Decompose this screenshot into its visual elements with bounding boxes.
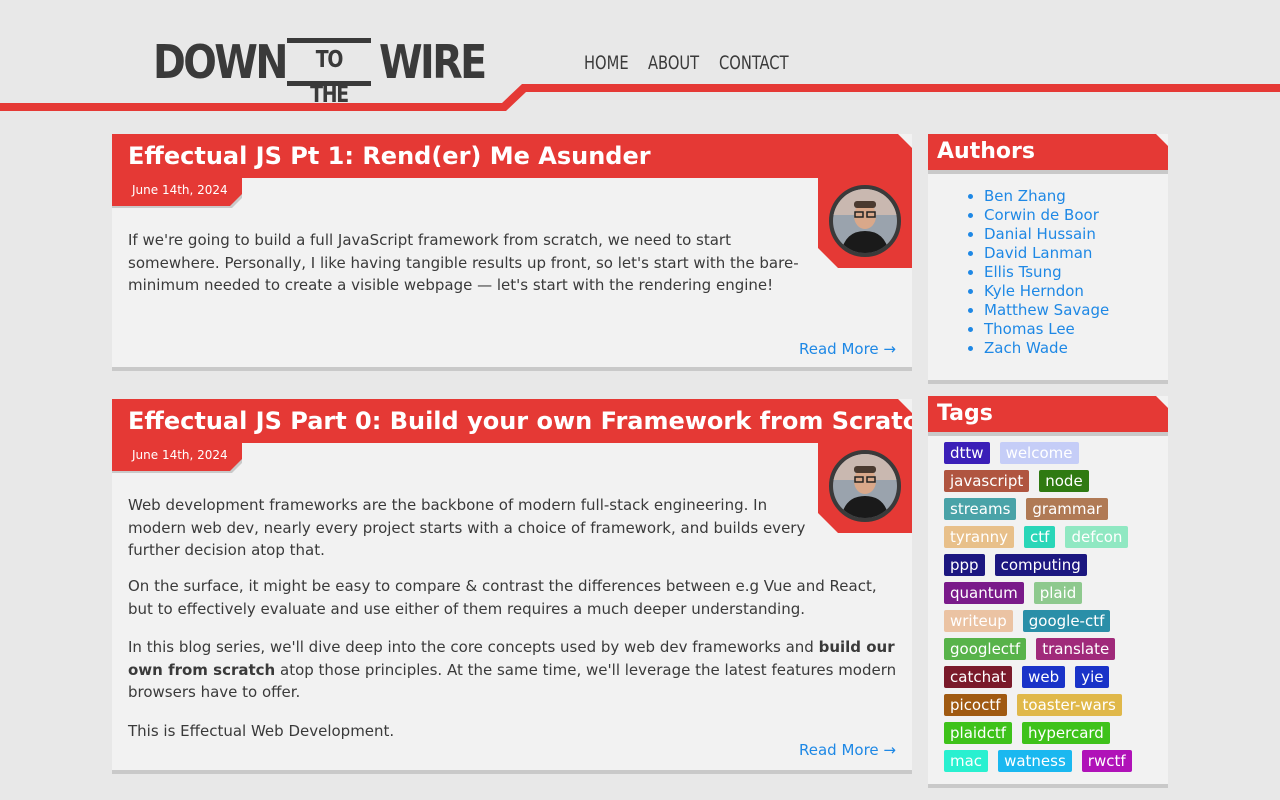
author-link[interactable]: Kyle Herndon [984, 282, 1084, 300]
main-nav: HOME ABOUT CONTACT [584, 52, 790, 74]
author-link[interactable]: Zach Wade [984, 339, 1068, 357]
post-paragraph: On the surface, it might be easy to comp… [128, 577, 877, 618]
nav-home[interactable]: HOME [584, 52, 629, 74]
tag-plaid[interactable]: plaid [1033, 582, 1083, 604]
post-excerpt-wide: On the surface, it might be easy to comp… [128, 575, 900, 758]
title-shadow [928, 432, 1168, 436]
avatar-image [833, 454, 897, 518]
logo-wire: WIRE [379, 35, 487, 89]
post-paragraph: This is Effectual Web Development. [128, 721, 395, 740]
tag-catchat[interactable]: catchat [944, 666, 1013, 688]
author-item: Corwin de Boor [984, 206, 1109, 225]
tag-tyranny[interactable]: tyranny [944, 526, 1015, 548]
tag-node[interactable]: node [1039, 470, 1089, 492]
title-shadow [928, 170, 1168, 174]
tag-row: picoctf toaster-wars [944, 694, 1159, 722]
post-excerpt: Web development frameworks are the backb… [128, 494, 818, 578]
author-item: Ellis Tsung [984, 263, 1109, 282]
tag-row: dttw welcome [944, 442, 1159, 470]
post-paragraph: In this blog series, we'll dive deep int… [128, 636, 900, 704]
author-item: Danial Hussain [984, 225, 1109, 244]
tag-web[interactable]: web [1022, 666, 1066, 688]
author-link[interactable]: Ellis Tsung [984, 263, 1062, 281]
post-card: Effectual JS Part 0: Build your own Fram… [112, 399, 912, 774]
tag-googlectf[interactable]: googlectf [944, 638, 1027, 660]
tag-toaster-wars[interactable]: toaster-wars [1016, 694, 1122, 716]
author-avatar[interactable] [829, 450, 901, 522]
authors-title: Authors [928, 134, 1168, 170]
author-item: David Lanman [984, 244, 1109, 263]
author-link[interactable]: Matthew Savage [984, 301, 1109, 319]
tags-panel: Tags dttw welcome javascript node streams gra… [928, 396, 1168, 788]
post-paragraph: Web development frameworks are the backb… [128, 496, 806, 559]
author-link[interactable]: Corwin de Boor [984, 206, 1099, 224]
tag-google-ctf[interactable]: google-ctf [1022, 610, 1111, 632]
nav-contact[interactable]: CONTACT [719, 52, 789, 74]
paragraph-text: In this blog series, we'll dive deep int… [128, 638, 819, 656]
tag-row: tyranny ctf defcon [944, 526, 1159, 554]
tag-rwctf[interactable]: rwctf [1081, 750, 1132, 772]
tag-row: mac watness rwctf [944, 750, 1159, 778]
tag-writeup[interactable]: writeup [944, 610, 1013, 632]
author-link[interactable]: Ben Zhang [984, 187, 1066, 205]
post-date: June 14th, 2024 [112, 441, 242, 471]
author-link[interactable]: David Lanman [984, 244, 1092, 262]
post-paragraph: If we're going to build a full JavaScrip… [128, 231, 799, 294]
post-excerpt: If we're going to build a full JavaScrip… [128, 229, 818, 313]
tags-cloud: dttw welcome javascript node streams grammar t… [944, 442, 1159, 778]
tag-row: googlectf translate [944, 638, 1159, 666]
post-title[interactable]: Effectual JS Part 0: Build your own Fram… [112, 399, 912, 443]
tag-javascript[interactable]: javascript [944, 470, 1030, 492]
author-link[interactable]: Danial Hussain [984, 225, 1096, 243]
tag-welcome[interactable]: welcome [999, 442, 1079, 464]
tag-row: catchat web yie [944, 666, 1159, 694]
tag-ctf[interactable]: ctf [1024, 526, 1056, 548]
tag-row: writeup google-ctf [944, 610, 1159, 638]
avatar-image [833, 189, 897, 253]
read-more-link[interactable]: Read More → [799, 340, 896, 358]
tag-hypercard[interactable]: hypercard [1021, 722, 1110, 744]
author-avatar[interactable] [829, 185, 901, 257]
authors-list: Ben ZhangCorwin de BoorDanial HussainDav… [984, 187, 1109, 358]
tag-row: plaidctf hypercard [944, 722, 1159, 750]
tag-mac[interactable]: mac [944, 750, 989, 772]
logo-down: DOWN [153, 35, 288, 89]
tag-quantum[interactable]: quantum [944, 582, 1024, 604]
post-title[interactable]: Effectual JS Pt 1: Rend(er) Me Asunder [112, 134, 912, 178]
logo-to-the: TO THE [287, 38, 371, 108]
logo-to-the-text: TO THE [310, 47, 349, 108]
tag-dttw[interactable]: dttw [944, 442, 990, 464]
tag-plaidctf[interactable]: plaidctf [944, 722, 1012, 744]
tag-yie[interactable]: yie [1075, 666, 1110, 688]
author-item: Zach Wade [984, 339, 1109, 358]
tag-ppp[interactable]: ppp [944, 554, 985, 576]
tag-computing[interactable]: computing [994, 554, 1087, 576]
tag-grammar[interactable]: grammar [1026, 498, 1108, 520]
author-avatar-frame [818, 176, 912, 268]
site-header: DOWN TO THE WIRE HOME ABOUT CONTACT [0, 0, 1280, 115]
tags-title: Tags [928, 396, 1168, 432]
author-item: Matthew Savage [984, 301, 1109, 320]
author-item: Ben Zhang [984, 187, 1109, 206]
tag-row: quantum plaid [944, 582, 1159, 610]
tag-picoctf[interactable]: picoctf [944, 694, 1007, 716]
tag-row: streams grammar [944, 498, 1159, 526]
tag-translate[interactable]: translate [1036, 638, 1116, 660]
author-item: Kyle Herndon [984, 282, 1109, 301]
site-logo[interactable]: DOWN TO THE WIRE [153, 34, 502, 108]
authors-panel: Authors Ben ZhangCorwin de BoorDanial Hu… [928, 134, 1168, 384]
tag-row: ppp computing [944, 554, 1159, 582]
tag-defcon[interactable]: defcon [1065, 526, 1129, 548]
tag-streams[interactable]: streams [944, 498, 1017, 520]
post-date: June 14th, 2024 [112, 176, 242, 206]
tag-watness[interactable]: watness [998, 750, 1072, 772]
tag-row: javascript node [944, 470, 1159, 498]
author-item: Thomas Lee [984, 320, 1109, 339]
author-avatar-frame [818, 441, 912, 533]
author-link[interactable]: Thomas Lee [984, 320, 1075, 338]
post-card: Effectual JS Pt 1: Rend(er) Me Asunder J… [112, 134, 912, 371]
nav-about[interactable]: ABOUT [648, 52, 699, 74]
read-more-link[interactable]: Read More → [799, 741, 896, 759]
